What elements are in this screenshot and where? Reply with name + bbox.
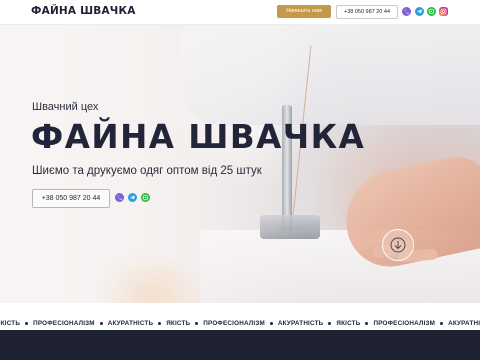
next-section-band — [0, 330, 480, 360]
ticker-item: ЯКІСТЬ — [166, 320, 191, 328]
arrow-down-circle-icon — [390, 237, 406, 253]
ticker-separator — [158, 322, 162, 326]
values-ticker: ЯКІСТЬ ПРОФЕСІОНАЛІЗМ АКУРАТНІСТЬ ЯКІСТЬ ПРО… — [0, 311, 480, 328]
ticker-separator — [25, 322, 29, 326]
header-phone-link[interactable]: +38 050 987 20 44 — [336, 5, 398, 19]
ticker-separator — [328, 322, 332, 326]
ticker-item: АКУРАТНІСТЬ — [277, 320, 324, 328]
ticker-item: ЯКІСТЬ — [336, 320, 361, 328]
instagram-icon[interactable] — [439, 7, 448, 16]
ticker-item: ЯКІСТЬ — [0, 320, 21, 328]
logo[interactable]: ФАЙНА ШВАЧКА — [31, 5, 136, 17]
hero-title: ФАЙНА ШВАЧКА — [31, 118, 366, 156]
hero-tagline: Шиємо та друкуємо одяг оптом від 25 штук — [32, 165, 262, 177]
telegram-icon[interactable] — [128, 193, 137, 202]
write-us-button[interactable]: Напишіть нам — [277, 5, 331, 18]
hero-overlay — [0, 25, 300, 303]
hero-subtitle: Швачний цех — [32, 101, 99, 113]
ticker-item: ПРОФЕСІОНАЛІЗМ — [203, 320, 265, 328]
ticker-separator — [365, 322, 369, 326]
ticker-separator — [99, 322, 103, 326]
hero-phone-link[interactable]: +38 050 987 20 44 — [32, 189, 110, 208]
ticker-separator — [195, 322, 199, 326]
scroll-down-button[interactable] — [382, 229, 414, 261]
ticker-separator — [440, 322, 444, 326]
viber-icon[interactable] — [115, 193, 124, 202]
whatsapp-icon[interactable] — [141, 193, 150, 202]
site-header: ФАЙНА ШВАЧКА Напишіть нам +38 050 987 20… — [0, 0, 480, 25]
viber-icon[interactable] — [402, 7, 411, 16]
whatsapp-icon[interactable] — [427, 7, 436, 16]
ticker-item: ПРОФЕСІОНАЛІЗМ — [373, 320, 436, 328]
ticker-item: АКУРАТНІСТЬ — [448, 320, 480, 328]
ticker-track: ЯКІСТЬ ПРОФЕСІОНАЛІЗМ АКУРАТНІСТЬ ЯКІСТЬ ПРО… — [0, 315, 480, 328]
ticker-item: АКУРАТНІСТЬ — [107, 320, 154, 328]
telegram-icon[interactable] — [415, 7, 424, 16]
hero-section — [0, 25, 480, 303]
ticker-separator — [269, 322, 273, 326]
ticker-item: ПРОФЕСІОНАЛІЗМ — [33, 320, 95, 328]
